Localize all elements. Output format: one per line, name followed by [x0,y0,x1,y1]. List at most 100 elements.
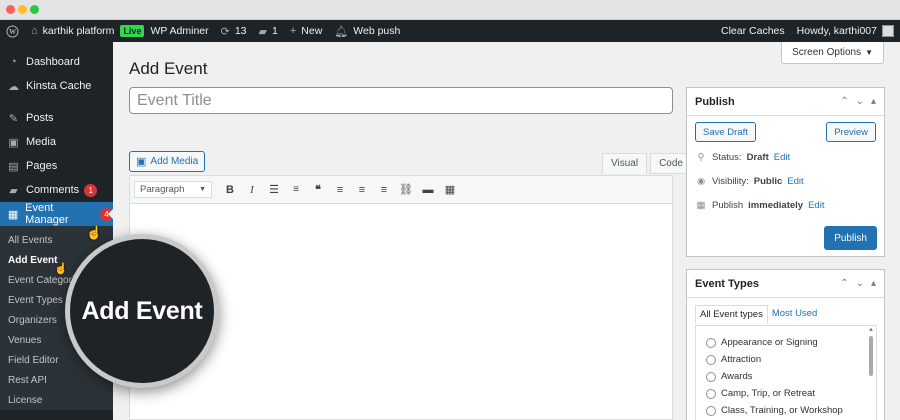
align-right-icon[interactable]: ≡ [374,180,394,200]
sidebar-item-label: Kinsta Cache [26,80,92,92]
window-titlebar [0,0,900,20]
updates-link[interactable]: ⟳ 13 [215,20,253,42]
move-down-icon[interactable]: ⌄ [856,96,864,107]
window-maximize-button[interactable] [30,5,39,14]
sidebar-item-posts[interactable]: ✎ Posts [0,106,113,130]
pin-icon: ✎ [8,112,19,125]
new-content-link[interactable]: + New [284,20,328,42]
tab-visual[interactable]: Visual [602,153,648,174]
list-item[interactable]: Attraction [696,351,876,368]
sidebar-item-pages[interactable]: ▤ Pages [0,154,113,178]
screen-options-button[interactable]: Screen Options ▼ [781,42,884,64]
tab-all-event-types[interactable]: All Event types [695,305,768,324]
status-value: Draft [746,152,769,163]
web-push-link[interactable]: 🔔︎ Web push [328,20,406,42]
format-select[interactable]: Paragraph ▼ [134,181,212,198]
list-item[interactable]: Awards [696,368,876,385]
wordpress-icon: W [6,24,19,38]
add-media-button[interactable]: ▣ Add Media [129,151,206,172]
event-types-box: Event Types ⌃ ⌄ ▴ All Event types Most U… [686,269,885,420]
visibility-label: Visibility: [712,176,749,187]
preview-button[interactable]: Preview [826,122,876,142]
zoom-callout: Add Event [65,234,219,388]
format-select-value: Paragraph [140,184,185,195]
comments-badge: 1 [84,183,98,197]
event-manager-badge: 4 [100,207,113,221]
radio-button[interactable] [706,405,716,416]
event-title-input[interactable] [129,87,673,114]
wordpress-logo-menu[interactable]: W [0,20,25,42]
sidebar-item-kinsta-cache[interactable]: ☁ Kinsta Cache [0,74,113,98]
web-push-label: Web push [353,25,401,37]
bell-icon: 🔔︎ [334,25,349,38]
admin-bar: W ⌂ karthik platform Live WP Adminer ⟳ 1… [0,20,900,42]
caret-down-icon: ▼ [199,186,206,193]
window-close-button[interactable] [6,5,15,14]
sidebar-item-dashboard[interactable]: ◔ Dashboard [0,50,113,74]
move-up-icon[interactable]: ⌃ [840,278,848,289]
bold-icon[interactable]: B [220,180,240,200]
comments-link[interactable]: ▰ 1 [253,20,284,42]
radio-button[interactable] [706,354,716,365]
account-menu[interactable]: Howdy, karthi007 [791,20,900,42]
edit-schedule-link[interactable]: Edit [808,200,824,211]
blockquote-icon[interactable]: ❝ [308,180,328,200]
list-item[interactable]: Appearance or Signing [696,334,876,351]
link-icon[interactable]: ⛓ [396,180,416,200]
collapse-icon[interactable]: ▴ [871,278,876,289]
scrollbar[interactable]: ▲ [868,327,874,420]
site-name-link[interactable]: ⌂ karthik platform [25,20,120,42]
toolbar-toggle-icon[interactable]: ▦ [440,180,460,200]
numbered-list-icon[interactable]: ≡ [286,180,306,200]
sidebar-item-label: Media [26,136,56,148]
wp-adminer-link[interactable]: Live WP Adminer [120,20,214,42]
list-item[interactable]: Class, Training, or Workshop [696,402,876,419]
scrollbar-thumb[interactable] [869,336,873,376]
sidebar-item-comments[interactable]: ▰ Comments 1 [0,178,113,202]
updates-count: 13 [234,25,247,37]
radio-button[interactable] [706,371,716,382]
align-center-icon[interactable]: ≡ [352,180,372,200]
edit-status-link[interactable]: Edit [774,152,790,163]
list-item[interactable]: Camp, Trip, or Retreat [696,385,876,402]
submenu-item-license[interactable]: License [0,390,113,410]
save-draft-button[interactable]: Save Draft [695,122,756,142]
event-types-list: Appearance or Signing Attraction Awards … [695,325,877,420]
edit-visibility-link[interactable]: Edit [787,176,803,187]
event-type-label: Appearance or Signing [721,337,818,348]
clear-caches-link[interactable]: Clear Caches [715,20,791,42]
align-left-icon[interactable]: ≡ [330,180,350,200]
hand-cursor-icon: ☝ [86,225,103,240]
editor-toolbar: Paragraph ▼ B I ☰ ≡ ❝ ≡ ≡ ≡ ⛓ ▬ ▦ [130,176,672,204]
radio-button[interactable] [706,388,716,399]
read-more-icon[interactable]: ▬ [418,180,438,200]
calendar-icon: ▦ [696,200,706,211]
collapse-icon[interactable]: ▴ [871,96,876,107]
wp-adminer-label: WP Adminer [150,25,209,37]
comment-icon: ▰ [258,25,267,38]
home-icon: ⌂ [31,25,38,37]
event-type-label: Attraction [721,354,762,365]
scroll-up-icon[interactable]: ▲ [868,327,874,333]
publish-button[interactable]: Publish [824,226,877,250]
status-row: ⚲ Status: Draft Edit [695,152,791,163]
event-type-label: Awards [721,371,753,382]
pin-icon: ⚲ [697,152,705,163]
italic-icon[interactable]: I [242,180,262,200]
bullet-list-icon[interactable]: ☰ [264,180,284,200]
tab-most-used[interactable]: Most Used [768,305,821,324]
pages-icon: ▤ [8,160,19,173]
avatar [882,25,894,37]
sidebar-item-media[interactable]: ▣ Media [0,130,113,154]
comment-icon: ▰ [9,184,18,197]
sidebar-item-event-manager[interactable]: ▦ Event Manager 4 [0,202,114,226]
radio-button[interactable] [706,337,716,348]
schedule-row: ▦ Publish immediately Edit [695,200,825,211]
window-minimize-button[interactable] [18,5,27,14]
move-up-icon[interactable]: ⌃ [840,96,848,107]
event-type-label: Camp, Trip, or Retreat [721,388,815,399]
media-icon: ▣ [136,156,147,168]
publish-value: immediately [748,200,804,211]
page-title: Add Event [129,59,208,78]
move-down-icon[interactable]: ⌄ [856,278,864,289]
